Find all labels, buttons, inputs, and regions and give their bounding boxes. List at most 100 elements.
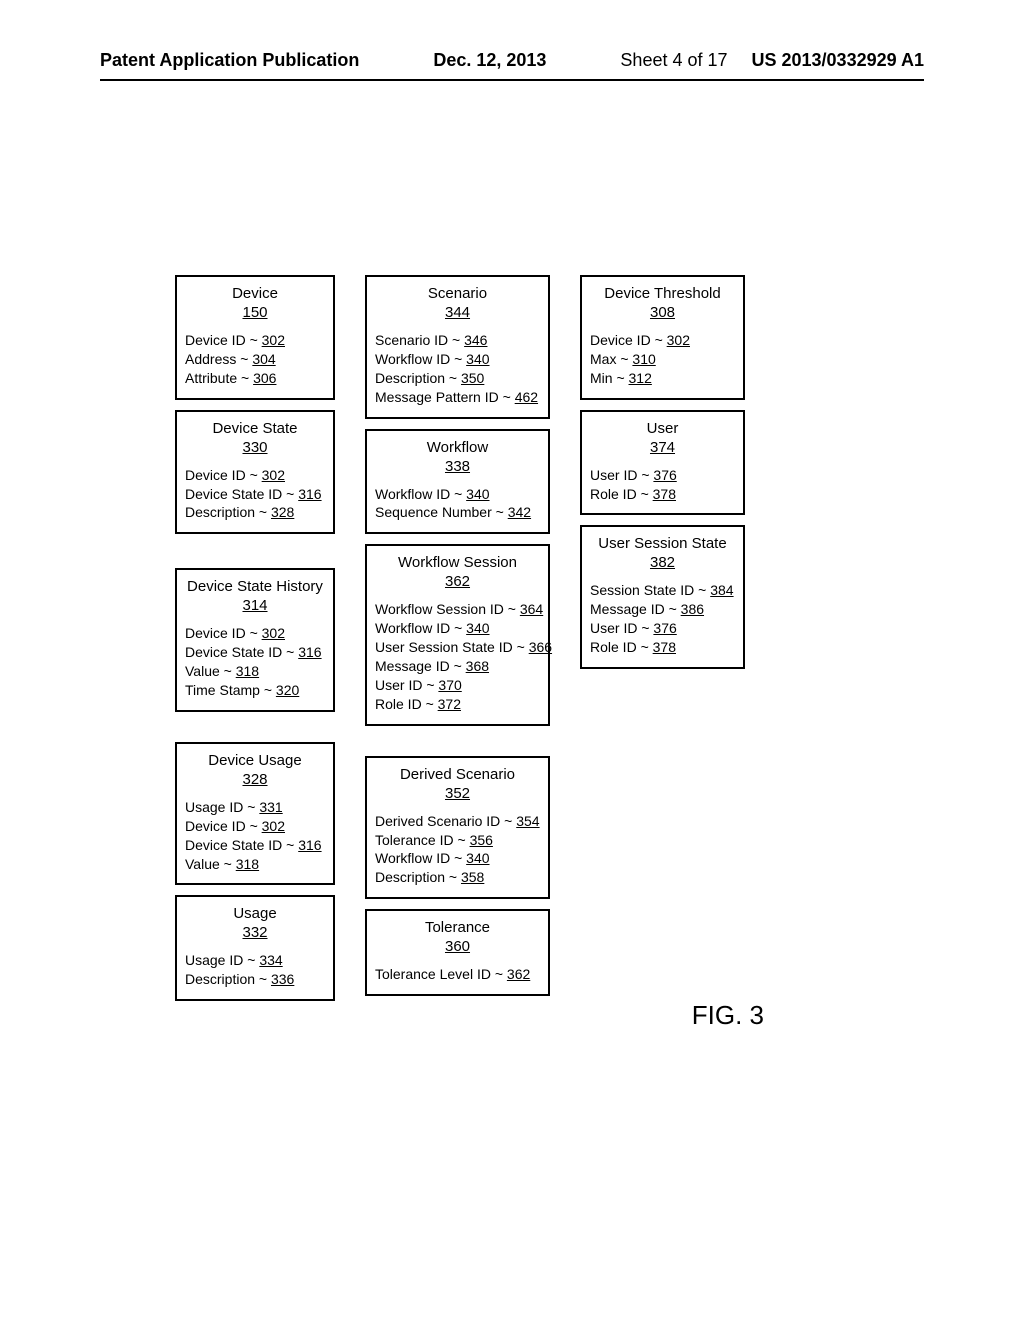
entity-title: Tolerance [375, 919, 540, 936]
entity-title: Derived Scenario [375, 766, 540, 783]
entity-ref-number: 352 [375, 785, 540, 802]
attribute-label: Device ID ~ [590, 332, 667, 348]
attribute-label: Sequence Number ~ [375, 504, 508, 520]
entity-box: Device State History314Device ID ~ 302De… [175, 568, 335, 712]
entity-attribute: Sequence Number ~ 342 [375, 503, 540, 522]
entity-attribute: Device ID ~ 302 [185, 817, 325, 836]
figure-label: FIG. 3 [692, 1000, 764, 1031]
attribute-label: Device State ID ~ [185, 486, 298, 502]
attribute-ref-number: 316 [298, 486, 321, 502]
entity-attribute: Workflow Session ID ~ 364 [375, 600, 540, 619]
entity-attribute: Time Stamp ~ 320 [185, 681, 325, 700]
attribute-label: Device ID ~ [185, 818, 262, 834]
entity-ref-number: 328 [185, 771, 325, 788]
attribute-label: Device ID ~ [185, 332, 262, 348]
entity-ref-number: 332 [185, 924, 325, 941]
attribute-label: Workflow ID ~ [375, 351, 466, 367]
attribute-label: Role ID ~ [590, 486, 653, 502]
entity-box: Workflow Session362Workflow Session ID ~… [365, 544, 550, 725]
attribute-ref-number: 318 [236, 663, 259, 679]
entity-attribute: Message Pattern ID ~ 462 [375, 388, 540, 407]
entity-title: Workflow [375, 439, 540, 456]
entity-ref-number: 382 [590, 554, 735, 571]
header-row: Patent Application Publication Dec. 12, … [100, 50, 924, 71]
header-publication: Patent Application Publication [100, 50, 359, 71]
entity-title: Device Usage [185, 752, 325, 769]
attribute-label: Description ~ [375, 370, 461, 386]
attribute-ref-number: 340 [466, 351, 489, 367]
entity-attribute: Workflow ID ~ 340 [375, 485, 540, 504]
attribute-label: Device State ID ~ [185, 644, 298, 660]
entity-box: Usage332Usage ID ~ 334Description ~ 336 [175, 895, 335, 1001]
attribute-ref-number: 316 [298, 644, 321, 660]
attribute-ref-number: 306 [253, 370, 276, 386]
attribute-ref-number: 318 [236, 856, 259, 872]
entity-attribute: Max ~ 310 [590, 350, 735, 369]
entity-title: Device Threshold [590, 285, 735, 302]
entity-attribute: Description ~ 350 [375, 369, 540, 388]
diagram: Device150Device ID ~ 302Address ~ 304Att… [175, 275, 745, 1001]
entity-attribute: Device State ID ~ 316 [185, 836, 325, 855]
attribute-label: Device ID ~ [185, 467, 262, 483]
entity-box: Device150Device ID ~ 302Address ~ 304Att… [175, 275, 335, 400]
attribute-ref-number: 370 [438, 677, 461, 693]
entity-box: Device State 330 Device ID ~ 302Device Sta… [175, 410, 335, 535]
attribute-label: Role ID ~ [590, 639, 653, 655]
attribute-ref-number: 340 [466, 486, 489, 502]
entity-title: Workflow Session [375, 554, 540, 571]
attribute-label: Scenario ID ~ [375, 332, 464, 348]
diagram-column-1: Device150Device ID ~ 302Address ~ 304Att… [175, 275, 335, 1001]
attribute-label: Workflow ID ~ [375, 486, 466, 502]
attribute-ref-number: 372 [438, 696, 461, 712]
diagram-column-3: Device Threshold308Device ID ~ 302Max ~ … [580, 275, 745, 669]
attribute-label: Device State ID ~ [185, 837, 298, 853]
entity-attribute: Address ~ 304 [185, 350, 325, 369]
attribute-ref-number: 334 [259, 952, 282, 968]
attribute-ref-number: 336 [271, 971, 294, 987]
entity-ref-number: 330 [185, 439, 325, 456]
attribute-label: User ID ~ [590, 467, 653, 483]
attribute-ref-number: 302 [262, 332, 285, 348]
attribute-label: Derived Scenario ID ~ [375, 813, 516, 829]
attribute-ref-number: 356 [470, 832, 493, 848]
attribute-label: Device ID ~ [185, 625, 262, 641]
attribute-ref-number: 378 [653, 486, 676, 502]
attribute-label: Usage ID ~ [185, 952, 259, 968]
attribute-label: Time Stamp ~ [185, 682, 276, 698]
entity-attribute: Description ~ 358 [375, 868, 540, 887]
attribute-label: Min ~ [590, 370, 629, 386]
attribute-label: Address ~ [185, 351, 252, 367]
entity-ref-number: 360 [375, 938, 540, 955]
entity-attribute: Device ID ~ 302 [185, 466, 325, 485]
attribute-label: Role ID ~ [375, 696, 438, 712]
attribute-ref-number: 310 [632, 351, 655, 367]
entity-attribute: User Session State ID ~ 366 [375, 638, 540, 657]
entity-ref-number: 344 [375, 304, 540, 321]
entity-attribute: Device ID ~ 302 [590, 331, 735, 350]
page-header: Patent Application Publication Dec. 12, … [0, 50, 1024, 81]
attribute-ref-number: 366 [529, 639, 552, 655]
entity-attribute: Attribute ~ 306 [185, 369, 325, 388]
attribute-label: Description ~ [375, 869, 461, 885]
entity-attribute: Value ~ 318 [185, 855, 325, 874]
attribute-label: Message ID ~ [375, 658, 466, 674]
attribute-label: Workflow ID ~ [375, 620, 466, 636]
attribute-ref-number: 316 [298, 837, 321, 853]
attribute-ref-number: 302 [262, 625, 285, 641]
entity-attribute: User ID ~ 376 [590, 619, 735, 638]
entity-attribute: Tolerance ID ~ 356 [375, 831, 540, 850]
attribute-ref-number: 350 [461, 370, 484, 386]
attribute-ref-number: 364 [520, 601, 543, 617]
entity-attribute: Device State ID ~ 316 [185, 485, 325, 504]
attribute-ref-number: 331 [259, 799, 282, 815]
entity-attribute: Scenario ID ~ 346 [375, 331, 540, 350]
entity-title: Device [185, 285, 325, 302]
header-rule [100, 79, 924, 81]
entity-attribute: Usage ID ~ 334 [185, 951, 325, 970]
entity-attribute: Usage ID ~ 331 [185, 798, 325, 817]
attribute-label: Workflow ID ~ [375, 850, 466, 866]
entity-attribute: Derived Scenario ID ~ 354 [375, 812, 540, 831]
entity-attribute: Value ~ 318 [185, 662, 325, 681]
attribute-ref-number: 342 [508, 504, 531, 520]
entity-title: Device State [185, 420, 325, 437]
